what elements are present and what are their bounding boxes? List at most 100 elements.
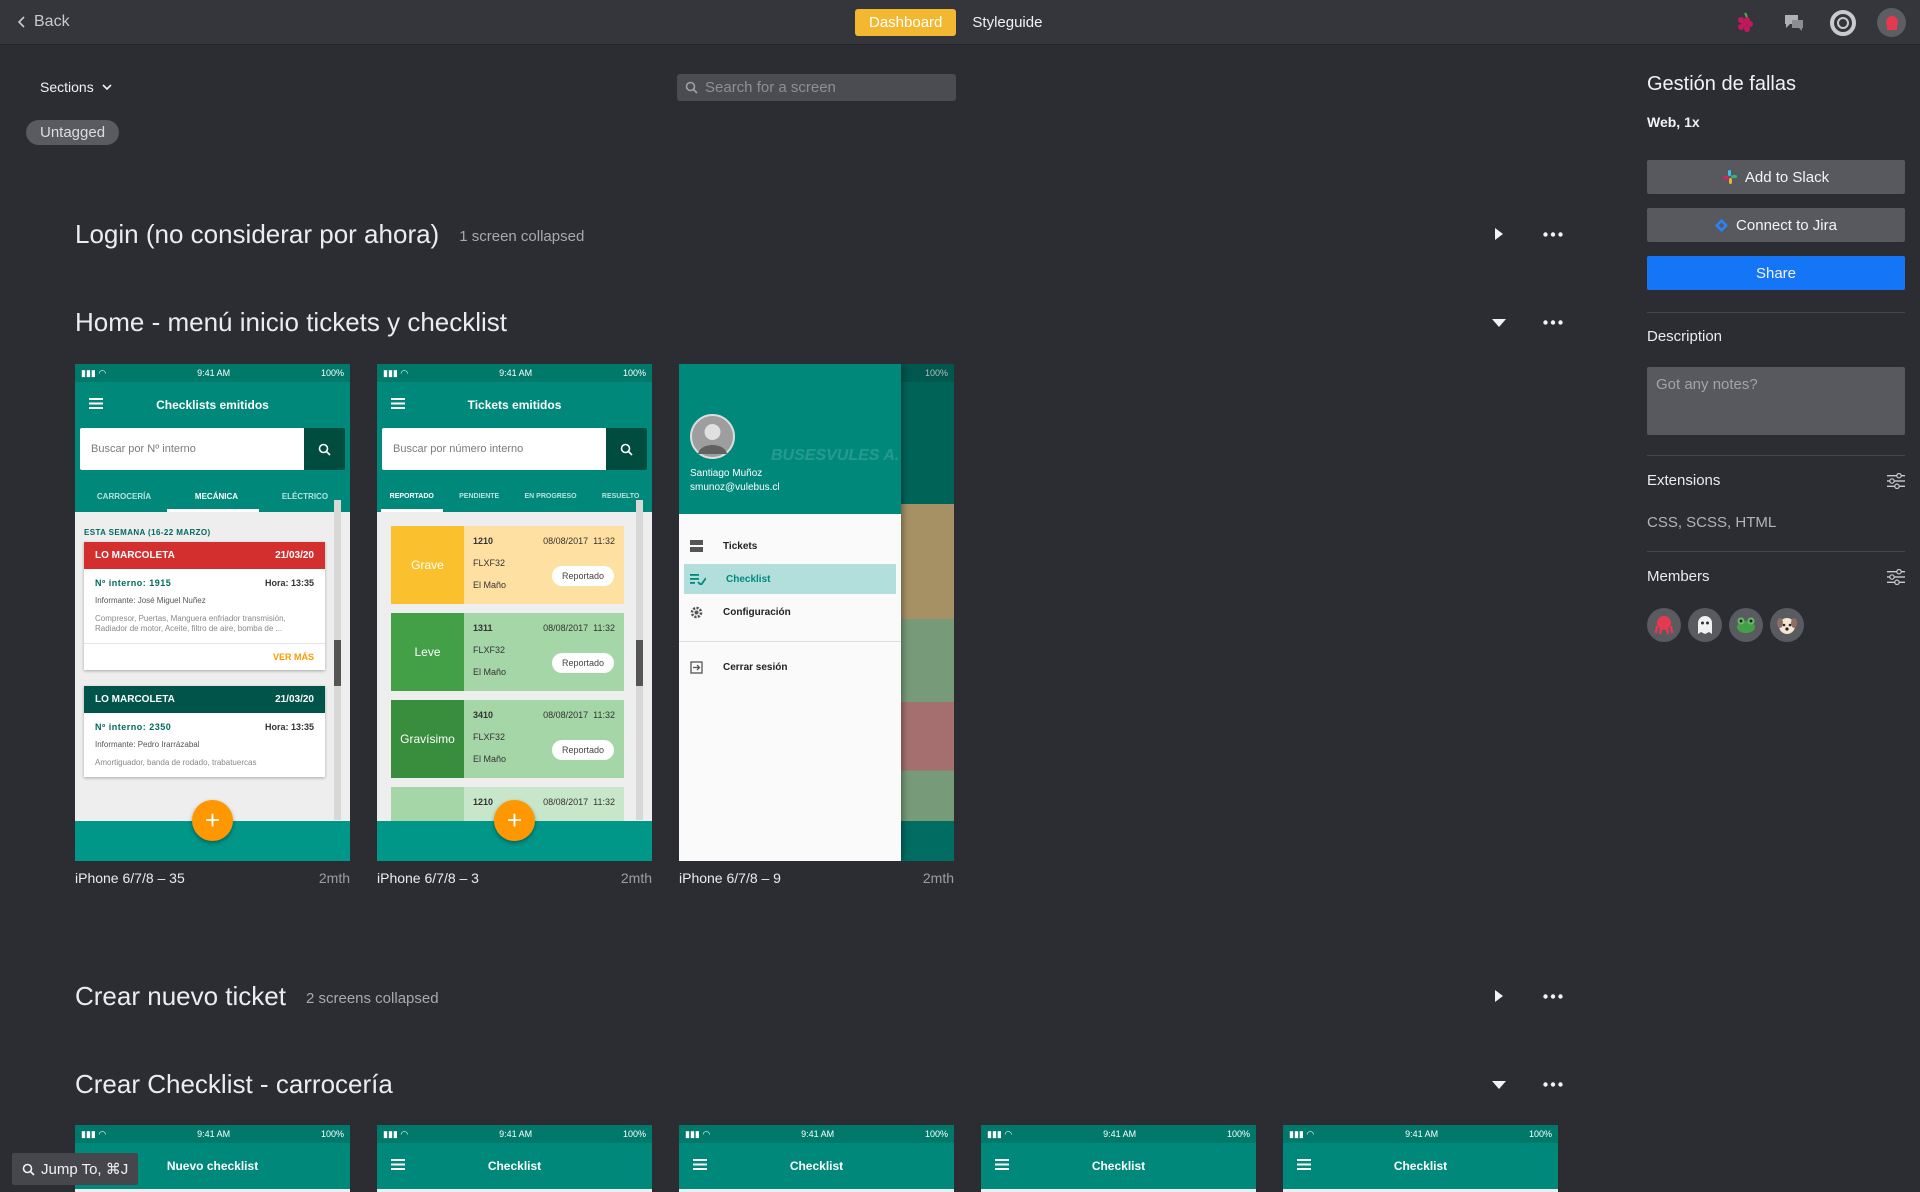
app-title: Checklist <box>789 1159 844 1173</box>
app-bar: Checklist <box>679 1143 954 1189</box>
card-meta: iPhone 6/7/8 – 9 2mth <box>679 870 954 886</box>
settings-sliders-icon[interactable] <box>1887 569 1905 585</box>
project-platform: Web, 1x <box>1647 114 1700 130</box>
member-avatar-dog-icon[interactable] <box>1770 608 1804 642</box>
section-crear-checklist: Crear Checklist - carrocería <box>75 1066 1565 1102</box>
screen-card[interactable]: 100% BUSESVULES A. Santiago Muñoz smunoz… <box>679 364 954 886</box>
checklist-card: LO MARCOLETA 21/03/20 Nº interno: 1915 H… <box>84 542 325 670</box>
back-label: Back <box>34 13 70 30</box>
ticket-row: 1210 08/08/2017 11:32 <box>473 797 615 807</box>
screen-thumbnail[interactable]: ▮▮▮ ◠ 9:41 AM 100% Tickets emitidos Busc… <box>377 364 652 861</box>
ticket-date: 08/08/2017 <box>543 710 589 720</box>
screen-card[interactable]: ▮▮▮ ◠ 9:41 AM 100% Tickets emitidos Busc… <box>377 364 652 886</box>
screen-thumbnail[interactable]: ▮▮▮ ◠ 9:41 AM 100% Checklist <box>1283 1125 1558 1192</box>
collapse-caret-icon[interactable] <box>1487 310 1511 334</box>
signal-icon: ▮▮▮ ◠ <box>81 1128 107 1139</box>
jump-to-button[interactable]: Jump To, ⌘J <box>12 1153 139 1185</box>
add-fab-icon: + <box>192 800 233 841</box>
untagged-tag[interactable]: Untagged <box>26 120 120 145</box>
screen-card[interactable]: ▮▮▮ ◠ 9:41 AM 100% Checklist <box>679 1125 954 1192</box>
app-title: Tickets emitidos <box>467 398 562 412</box>
signal-icon: ▮▮▮ ◠ <box>81 367 107 378</box>
ticket-row: 1311 08/08/2017 11:32 <box>473 623 615 633</box>
battery-label: 100% <box>924 1129 948 1139</box>
screen-search[interactable]: Search for a screen <box>677 74 956 101</box>
settings-sliders-icon[interactable] <box>1887 473 1905 489</box>
screen-thumbnail[interactable]: ▮▮▮ ◠ 9:41 AM 100% Checklist <box>377 1125 652 1192</box>
date: 21/03/20 <box>275 550 314 561</box>
status-time: 9:41 AM <box>801 1129 835 1139</box>
screen-time: 2mth <box>318 870 350 886</box>
tab-styleguide[interactable]: Styleguide <box>970 9 1044 36</box>
ticket-time: 11:32 <box>593 623 615 633</box>
more-options-icon[interactable] <box>1541 984 1565 1008</box>
user-avatar <box>690 414 735 459</box>
hora: Hora: 13:35 <box>264 578 314 588</box>
screen-thumbnail[interactable]: ▮▮▮ ◠ 9:41 AM 100% Checklist <box>981 1125 1256 1192</box>
chat-bubbles-icon[interactable] <box>1779 8 1808 37</box>
ticket-num: 1311 <box>473 623 493 633</box>
app-title: Checklist <box>1091 1159 1146 1173</box>
brand-watermark: BUSESVULES A. <box>771 447 900 464</box>
back-button[interactable]: Back <box>18 13 70 31</box>
app-search-button <box>606 428 647 470</box>
screen-thumbnail[interactable]: ▮▮▮ ◠ 9:41 AM 100% Checklists emitidos B… <box>75 364 350 861</box>
member-avatar-ghost-icon[interactable] <box>1688 608 1722 642</box>
battery-label: 100% <box>622 1129 646 1139</box>
screen-card[interactable]: ▮▮▮ ◠ 9:41 AM 100% Checklists emitidos B… <box>75 364 350 886</box>
grapes-icon[interactable] <box>1730 8 1759 37</box>
battery-label: 100% <box>1226 1129 1250 1139</box>
tab-dashboard[interactable]: Dashboard <box>855 9 957 36</box>
signal-icon: ▮▮▮ ◠ <box>383 1128 409 1139</box>
more-options-icon[interactable] <box>1541 310 1565 334</box>
connect-to-jira-button[interactable]: Connect to Jira <box>1647 208 1905 242</box>
user-avatar-icon[interactable] <box>1877 8 1906 37</box>
screen-name: iPhone 6/7/8 – 9 <box>679 870 781 886</box>
screen-name: iPhone 6/7/8 – 35 <box>75 870 185 886</box>
member-avatar-frog-icon[interactable] <box>1729 608 1763 642</box>
card-meta: iPhone 6/7/8 – 3 2mth <box>377 870 652 886</box>
app-tab: PENDIENTE <box>459 492 500 500</box>
add-to-slack-button[interactable]: Add to Slack <box>1647 160 1905 194</box>
app-tab: RESUELTO <box>601 492 640 500</box>
status-time: 9:41 AM <box>197 368 231 378</box>
help-lifebuoy-icon[interactable] <box>1828 8 1857 37</box>
company: LO MARCOLETA <box>95 694 175 705</box>
screen-thumbnail[interactable]: ▮▮▮ ◠ 9:41 AM 100% Checklist <box>679 1125 954 1192</box>
section-actions <box>1487 1072 1565 1096</box>
app-tab: ELÉCTRICO <box>281 491 329 501</box>
menu-icon <box>693 1159 707 1170</box>
screen-card[interactable]: ▮▮▮ ◠ 9:41 AM 100% Checklist <box>981 1125 1256 1192</box>
battery-label: 100% <box>622 368 646 378</box>
screen-time: 2mth <box>620 870 652 886</box>
drawer-item-settings: Configuración <box>684 597 896 627</box>
share-button[interactable]: Share <box>1647 256 1905 290</box>
expand-caret-icon[interactable] <box>1487 222 1511 246</box>
card-meta: iPhone 6/7/8 – 35 2mth <box>75 870 350 886</box>
date: 21/03/20 <box>275 694 314 705</box>
scrim-overlay <box>901 364 954 861</box>
member-avatar-octopus-icon[interactable] <box>1647 608 1681 642</box>
logout-icon <box>690 660 703 674</box>
chevron-down-icon <box>102 83 112 90</box>
sections-dropdown[interactable]: Sections <box>40 79 112 95</box>
screen-card[interactable]: ▮▮▮ ◠ 9:41 AM 100% Checklist <box>377 1125 652 1192</box>
ticket-item: Leve 1311 08/08/2017 11:32 FLXF32 El Mañ… <box>391 613 624 691</box>
screen-thumbnail[interactable]: 100% BUSESVULES A. Santiago Muñoz smunoz… <box>679 364 954 861</box>
screen-card[interactable]: ▮▮▮ ◠ 9:41 AM 100% Checklist <box>1283 1125 1558 1192</box>
ticket-date: 08/08/2017 <box>543 623 589 633</box>
more-options-icon[interactable] <box>1541 1072 1565 1096</box>
more-options-icon[interactable] <box>1541 222 1565 246</box>
app-title: Checklist <box>1393 1159 1448 1173</box>
collapse-caret-icon[interactable] <box>1487 1072 1511 1096</box>
search-icon <box>22 1163 35 1176</box>
menu-icon <box>391 1159 405 1170</box>
section-login: Login (no considerar por ahora) 1 screen… <box>75 216 1565 252</box>
members-list <box>1647 608 1804 642</box>
slack-icon <box>1722 170 1737 184</box>
expand-caret-icon[interactable] <box>1487 984 1511 1008</box>
description-input[interactable]: Got any notes? <box>1647 367 1905 435</box>
user-name: Santiago Muñoz <box>690 468 763 479</box>
section-title: Login (no considerar por ahora) <box>75 218 440 249</box>
